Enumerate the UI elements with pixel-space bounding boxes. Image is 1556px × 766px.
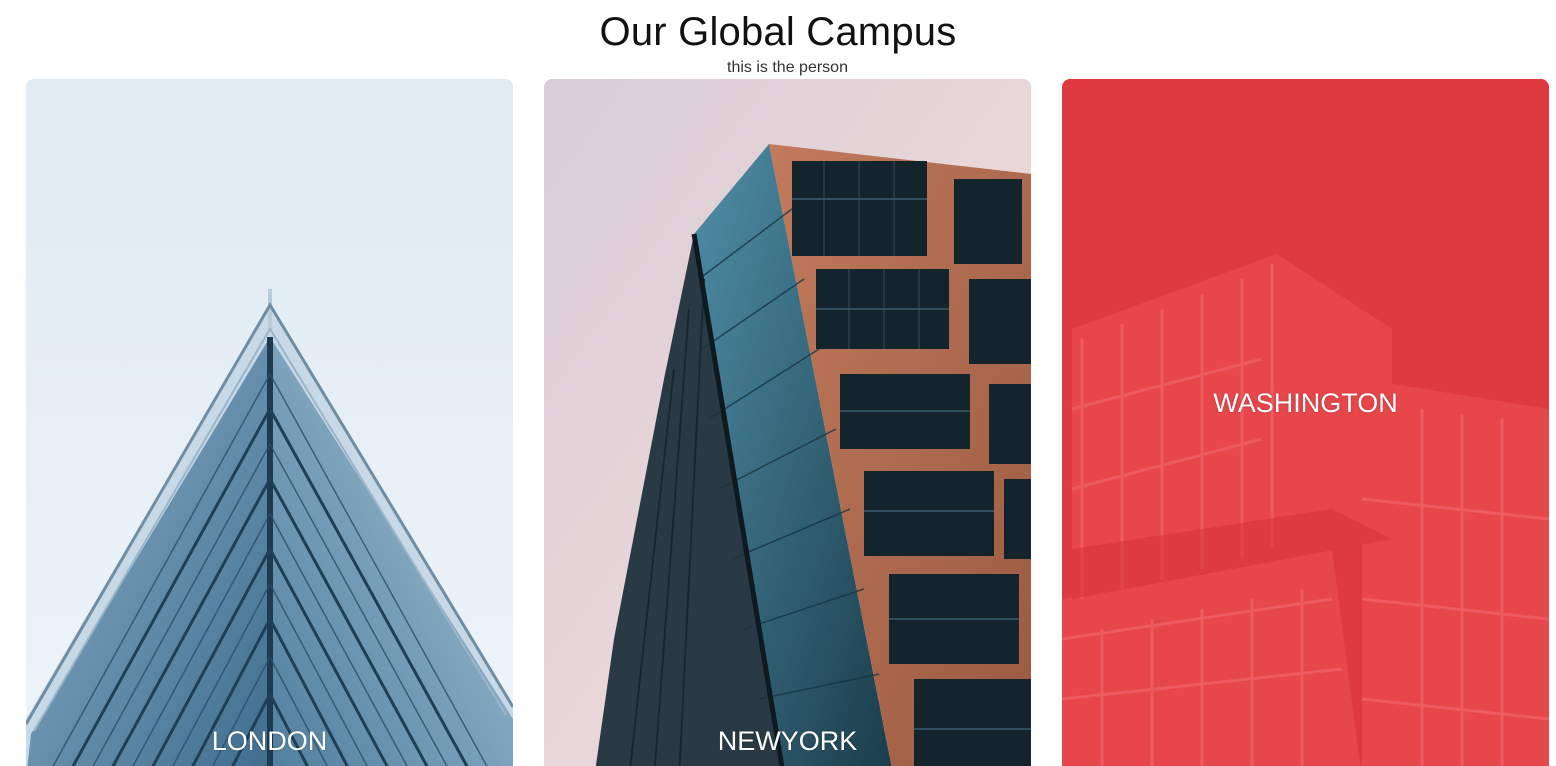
london-building-image <box>26 79 513 766</box>
campus-card-newyork[interactable]: NEWYORK <box>544 79 1031 766</box>
campus-card-washington[interactable]: WASHINGTON <box>1062 79 1549 766</box>
campus-card-london[interactable]: LONDON <box>26 79 513 766</box>
washington-building-image <box>1062 79 1549 766</box>
campus-cards: LONDON NEWYORK WASHINGTON <box>26 79 1549 766</box>
page-title: Our Global Campus <box>599 10 957 54</box>
campus-label-newyork: NEWYORK <box>717 726 858 756</box>
newyork-building-image <box>544 79 1031 766</box>
page: Our Global Campus this is the person LON… <box>0 0 1556 766</box>
campus-label-london: LONDON <box>211 726 328 756</box>
campus-label-washington: WASHINGTON <box>1213 388 1398 418</box>
page-subtitle: this is the person <box>727 59 848 76</box>
